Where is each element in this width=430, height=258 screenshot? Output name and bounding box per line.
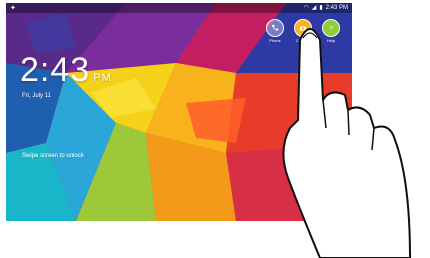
lockscreen-clock: 2:43 PM [20, 51, 112, 90]
shortcut-label: Phone [269, 38, 281, 43]
clock-time: 2:43 [20, 51, 91, 89]
signal-icon: ◢ [311, 5, 317, 11]
shortcut-label: Camera [295, 38, 311, 43]
finger-crease [371, 127, 375, 151]
shortcut-label: Help [326, 38, 336, 43]
lockscreen-shortcuts: Phone Camera ? Help [264, 19, 342, 43]
shortcut-camera[interactable]: Camera [292, 19, 314, 43]
clock-ampm: PM [93, 72, 112, 84]
status-bar: ✦ ◠ ◢ ▮ 2:43 PM [6, 3, 352, 13]
shortcut-phone[interactable]: Phone [264, 19, 286, 43]
wifi-icon: ◠ [303, 5, 309, 11]
phone-icon [266, 19, 284, 37]
notification-icon: ✦ [10, 5, 16, 12]
camera-icon [294, 19, 312, 37]
svg-text:?: ? [329, 25, 333, 32]
lockscreen-date: Fri, July 11 [22, 93, 51, 99]
battery-icon: ▮ [319, 5, 323, 11]
shortcut-help[interactable]: ? Help [320, 19, 342, 43]
unlock-hint: Swipe screen to unlock [22, 153, 84, 159]
tablet-screen[interactable]: ✦ ◠ ◢ ▮ 2:43 PM Phone Camera ? Help 2:43… [6, 3, 352, 221]
status-time: 2:43 PM [325, 4, 348, 11]
help-icon: ? [322, 19, 340, 37]
